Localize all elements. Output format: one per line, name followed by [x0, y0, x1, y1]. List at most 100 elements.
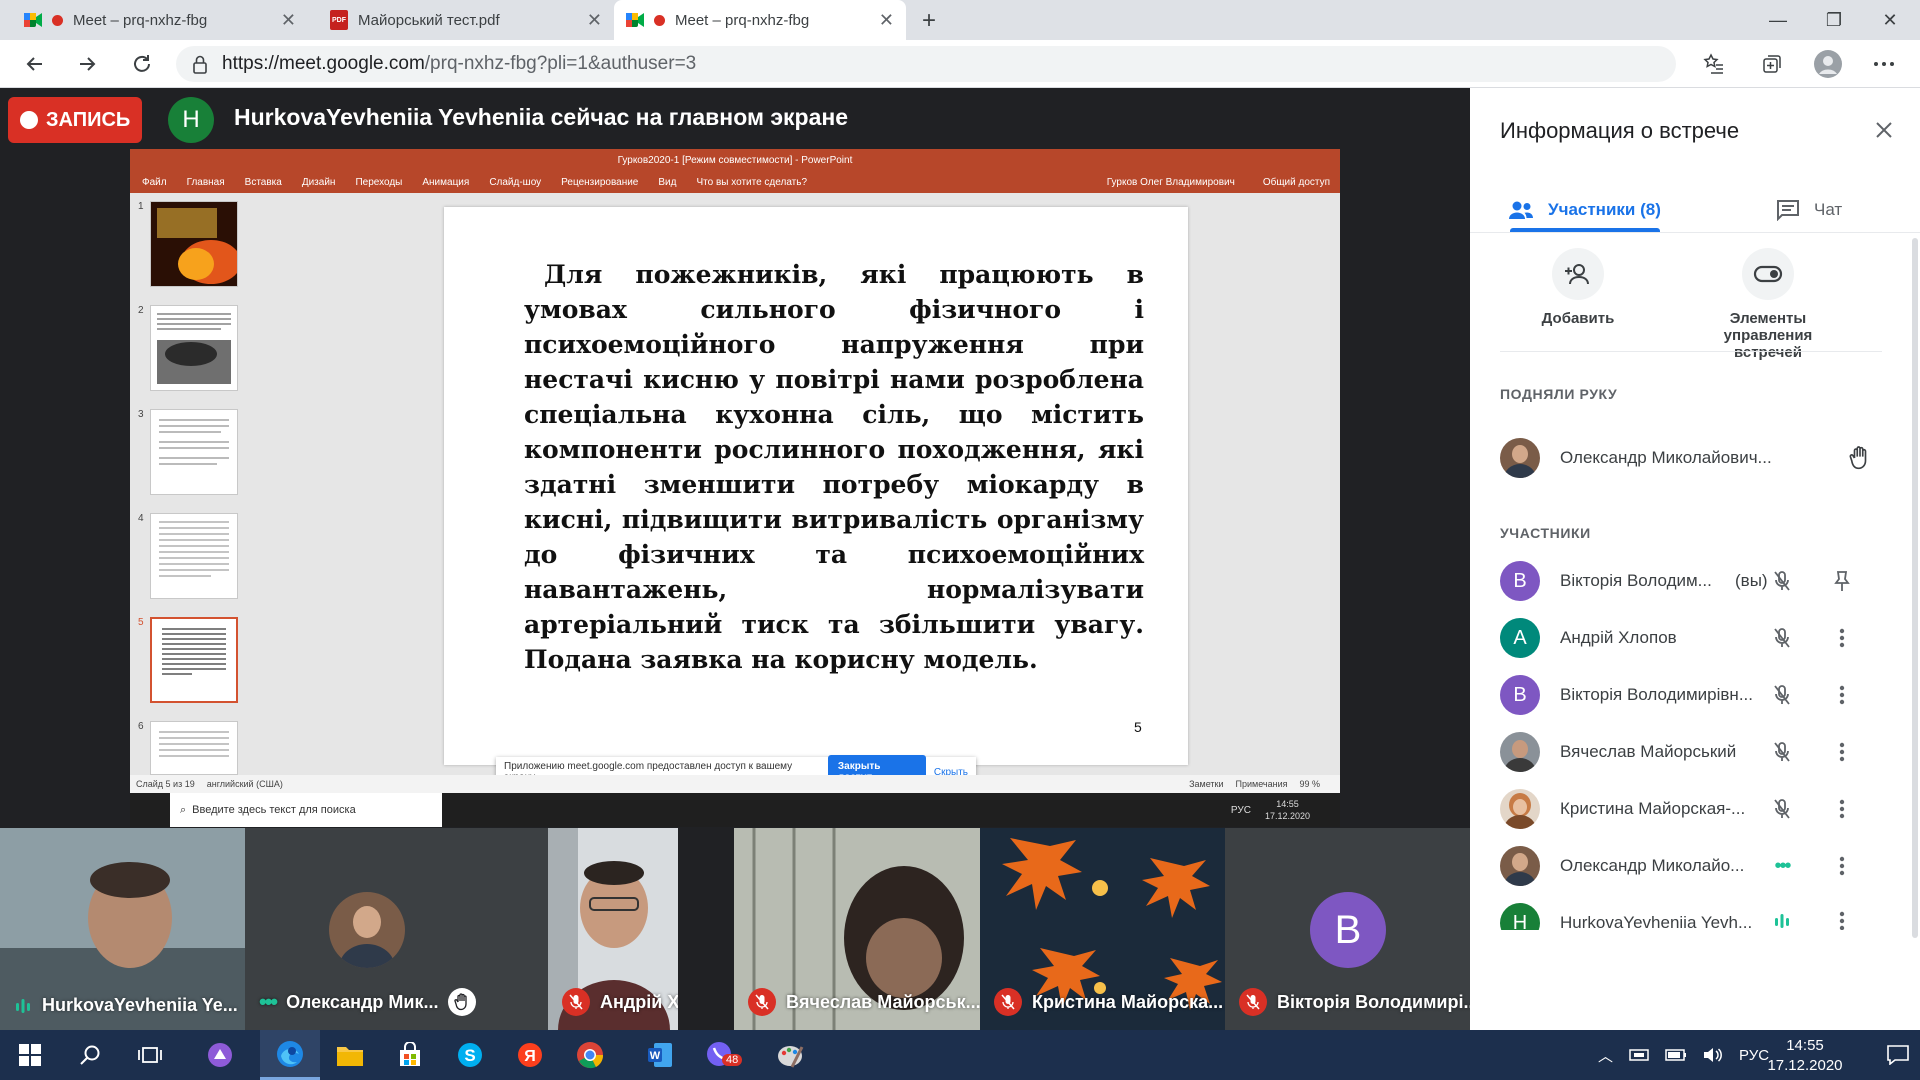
ppt-tell-me[interactable]: Что вы хотите сделать? — [696, 177, 807, 188]
slide-thumbnail-6[interactable] — [150, 721, 238, 775]
more-dots-icon: ••• — [1774, 854, 1791, 877]
favorites-list-icon[interactable] — [1696, 46, 1732, 82]
ppt-ribbon-tab[interactable]: Файл — [142, 177, 167, 188]
participant-tile[interactable]: HurkovaYevheniia Ye... — [0, 828, 245, 1030]
participant-row[interactable]: H HurkovaYevheniia Yevh... — [1500, 895, 1890, 930]
add-participant-button[interactable]: Добавить — [1498, 248, 1658, 327]
status-zoom[interactable]: 99 % — [1299, 779, 1340, 789]
status-comments-button[interactable]: Примечания — [1236, 779, 1288, 789]
lock-icon — [192, 54, 208, 74]
slide-thumbnail-5[interactable] — [150, 617, 238, 703]
ppt-ribbon-tab[interactable]: Вид — [658, 177, 676, 188]
ppt-ribbon-tab[interactable]: Главная — [187, 177, 225, 188]
close-window-button[interactable]: ✕ — [1862, 0, 1918, 40]
yandex-browser-icon[interactable]: Я — [500, 1030, 560, 1080]
participant-row[interactable]: В Вікторія Володим... (вы) — [1500, 553, 1890, 609]
notifications-icon[interactable] — [1868, 1030, 1920, 1080]
slide-thumbnail-1[interactable] — [150, 201, 238, 287]
cortana-icon[interactable] — [190, 1030, 250, 1080]
ppt-ribbon-tab[interactable]: Рецензирование — [561, 177, 638, 188]
pin-icon[interactable] — [1824, 563, 1860, 599]
tile-name: Андрій Хлопов — [562, 988, 678, 1016]
more-menu-icon[interactable] — [1866, 46, 1902, 82]
participant-tile[interactable]: Андрій Хлопов — [548, 828, 678, 1030]
ppt-ribbon-tab[interactable]: Вставка — [245, 177, 282, 188]
ppt-ribbon-tab[interactable]: Анимация — [422, 177, 469, 188]
paint-icon[interactable] — [760, 1030, 820, 1080]
start-button[interactable] — [0, 1030, 60, 1080]
back-arrow-icon[interactable] — [16, 46, 52, 82]
more-vert-icon[interactable] — [1824, 903, 1860, 930]
slide-thumbnail-2[interactable] — [150, 305, 238, 391]
store-icon[interactable] — [380, 1030, 440, 1080]
more-vert-icon[interactable] — [1824, 677, 1860, 713]
toggle-icon — [1742, 248, 1794, 300]
participant-row[interactable]: Вячеслав Майорський — [1500, 724, 1890, 780]
more-vert-icon[interactable] — [1824, 620, 1860, 656]
tab-participants[interactable]: Участники (8) — [1508, 188, 1698, 232]
tile-name: Кристина Майорска... — [994, 988, 1223, 1016]
participant-tile[interactable]: Кристина Майорска... — [980, 828, 1225, 1030]
volume-icon[interactable] — [1703, 1047, 1723, 1063]
search-icon[interactable] — [60, 1030, 120, 1080]
participant-row[interactable]: Олександр Миколайо... ••• — [1500, 838, 1890, 894]
skype-icon[interactable]: S — [440, 1030, 500, 1080]
forward-arrow-icon[interactable] — [70, 46, 106, 82]
slide-thumbnail-3[interactable] — [150, 409, 238, 495]
ppt-ribbon-tab[interactable]: Переходы — [355, 177, 402, 188]
tile-name: HurkovaYevheniia Ye... — [14, 995, 238, 1016]
raised-hand-row[interactable]: Олександр Миколайович... — [1500, 430, 1890, 486]
panel-scrollbar[interactable] — [1912, 238, 1918, 938]
participant-tile[interactable]: В Вікторія Володимирі... — [1225, 828, 1470, 1030]
minimize-window-button[interactable]: — — [1750, 0, 1806, 40]
chrome-icon[interactable] — [560, 1030, 620, 1080]
mic-off-icon — [1239, 988, 1267, 1016]
profile-avatar[interactable] — [1810, 46, 1846, 82]
participant-tile[interactable]: Вячеслав Майорськ... — [734, 828, 980, 1030]
participant-row[interactable]: В Вікторія Володимирівн... — [1500, 667, 1890, 723]
edge-browser-icon[interactable] — [260, 1030, 320, 1080]
participant-avatar: В — [1500, 561, 1540, 601]
tab-title: Meet – prq-nxhz-fbg — [675, 11, 810, 29]
viber-badge: 48 — [722, 1054, 743, 1066]
word-icon[interactable]: W — [630, 1030, 690, 1080]
close-tab-icon[interactable]: ✕ — [587, 10, 602, 31]
ppt-ribbon-tab[interactable]: Слайд-шоу — [489, 177, 541, 188]
participant-row[interactable]: А Андрій Хлопов — [1500, 610, 1890, 666]
browser-tab-pdf[interactable]: PDF Майорський тест.pdf ✕ — [318, 0, 614, 40]
system-tray: ︿ РУС — [1598, 1030, 1769, 1080]
raised-hand-icon[interactable] — [1842, 440, 1878, 476]
viber-icon[interactable]: 48 — [690, 1030, 750, 1080]
status-notes-button[interactable]: Заметки — [1189, 779, 1223, 789]
close-tab-icon[interactable]: ✕ — [879, 10, 894, 31]
more-vert-icon[interactable] — [1824, 734, 1860, 770]
close-panel-icon[interactable] — [1868, 114, 1900, 146]
participant-tile[interactable]: ••• Олександр Мик... — [245, 828, 548, 1030]
network-icon[interactable] — [1629, 1047, 1649, 1063]
participant-name: Вячеслав Майорський — [1560, 742, 1737, 761]
restore-window-button[interactable]: ❐ — [1806, 0, 1862, 40]
close-tab-icon[interactable]: ✕ — [281, 10, 296, 31]
ppt-ribbon-tab[interactable]: Дизайн — [302, 177, 336, 188]
participant-name: Андрій Хлопов — [1560, 628, 1677, 647]
chevron-up-icon[interactable]: ︿ — [1598, 1045, 1613, 1066]
participant-row[interactable]: Кристина Майорская-... — [1500, 781, 1890, 837]
reload-icon[interactable] — [124, 46, 160, 82]
more-vert-icon[interactable] — [1824, 848, 1860, 884]
slide-thumbnail-4[interactable] — [150, 513, 238, 599]
mic-off-icon — [1764, 563, 1800, 599]
battery-icon[interactable] — [1665, 1049, 1687, 1061]
collections-icon[interactable] — [1754, 46, 1790, 82]
file-explorer-icon[interactable] — [320, 1030, 380, 1080]
shared-taskbar-clock: 14:55 17.12.2020 — [1265, 798, 1340, 822]
address-bar[interactable]: https://meet.google.com/prq-nxhz-fbg?pli… — [176, 46, 1676, 82]
browser-tab-meet-active[interactable]: Meet – prq-nxhz-fbg ✕ — [614, 0, 906, 40]
browser-tab-meet-1[interactable]: Meet – prq-nxhz-fbg ✕ — [12, 0, 308, 40]
system-clock[interactable]: 14:55 17.12.2020 — [1760, 1036, 1850, 1076]
more-vert-icon[interactable] — [1824, 791, 1860, 827]
task-view-icon[interactable] — [120, 1030, 180, 1080]
host-controls-button[interactable]: Элементы управления встречей — [1688, 248, 1848, 361]
tab-chat[interactable]: Чат — [1776, 188, 1842, 232]
ppt-share-button[interactable]: Общий доступ — [1263, 177, 1340, 188]
new-tab-button[interactable]: + — [914, 6, 944, 36]
